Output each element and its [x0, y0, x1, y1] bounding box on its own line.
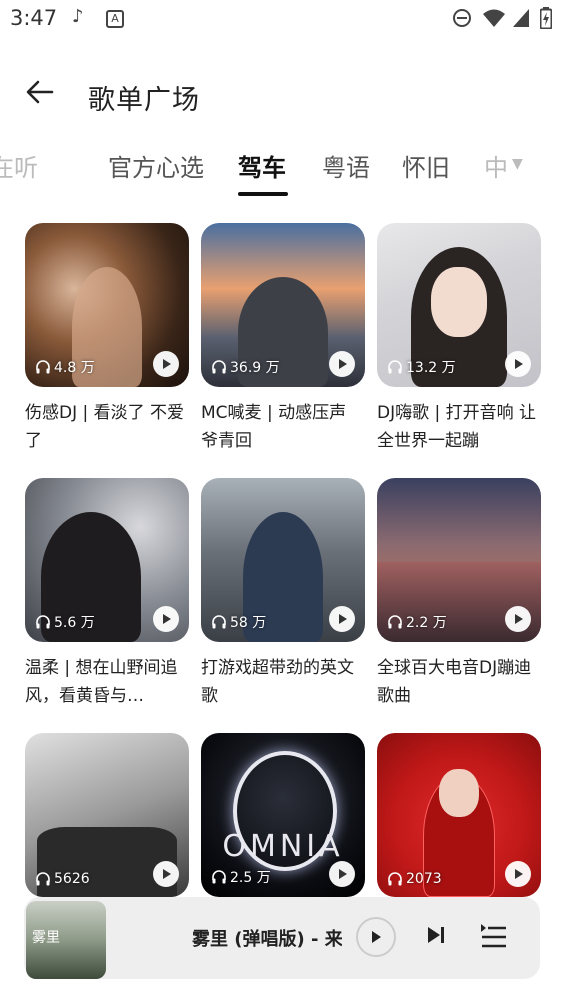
dnd-icon	[452, 8, 472, 33]
skip-next-icon	[428, 927, 444, 943]
play-icon	[372, 931, 381, 943]
playlist-card[interactable]: 2.2 万 全球百大电音DJ蹦迪歌曲	[377, 478, 541, 708]
now-playing-title[interactable]: 雾里 (弹唱版) - 来	[192, 925, 342, 951]
next-track-button[interactable]	[424, 923, 448, 947]
signal-icon	[512, 8, 530, 33]
playlist-card[interactable]: 13.2 万 DJ嗨歌 | 打开音响 让全世界一起蹦	[377, 223, 541, 453]
play-icon	[515, 359, 523, 369]
play-button[interactable]	[505, 351, 531, 377]
playlist-cover: OMNIA 2.5 万	[201, 733, 365, 897]
playlist-queue-button[interactable]	[480, 923, 508, 951]
page-header: 歌单广场	[0, 60, 565, 132]
tab-cantonese[interactable]: 粤语	[322, 148, 370, 183]
tab-driving[interactable]: 驾车	[238, 148, 286, 183]
headphones-icon	[212, 360, 226, 374]
play-button[interactable]	[329, 861, 355, 887]
arrow-left-icon	[26, 80, 54, 104]
cover-text: OMNIA	[222, 829, 344, 864]
play-count: 2.5 万	[211, 867, 271, 887]
battery-icon	[539, 7, 553, 34]
playlist-cover: 13.2 万	[377, 223, 541, 387]
play-count: 2.2 万	[387, 612, 447, 632]
playlist-cover: 58 万	[201, 478, 365, 642]
text-a-icon: A	[106, 10, 124, 28]
playlist-cover: 5.6 万	[25, 478, 189, 642]
play-button[interactable]	[153, 606, 179, 632]
playlist-cover: 2.2 万	[377, 478, 541, 642]
tab-more[interactable]: 中	[484, 148, 508, 183]
play-count: 13.2 万	[387, 357, 456, 377]
chevron-down-icon[interactable]: ▼	[512, 156, 523, 172]
tab-nostalgia[interactable]: 怀旧	[402, 148, 450, 183]
headphones-icon	[212, 870, 226, 884]
player-play-button[interactable]	[356, 917, 396, 957]
playlist-title: MC喊麦 | 动感压声 爷青回	[201, 403, 347, 451]
play-icon	[339, 614, 347, 624]
headphones-icon	[36, 615, 50, 629]
headphones-icon	[36, 360, 50, 374]
play-button[interactable]	[329, 606, 355, 632]
playlist-card[interactable]: 5.6 万 温柔 | 想在山野间追风，看黄昏与…	[25, 478, 189, 708]
play-icon	[515, 614, 523, 624]
headphones-icon	[36, 872, 50, 886]
playlist-title: 温柔 | 想在山野间追风，看黄昏与…	[25, 658, 178, 706]
mini-player[interactable]: 雾里 雾里 (弹唱版) - 来	[24, 897, 540, 979]
category-tabs: 在听 官方心选 驾车 粤语 怀旧 中 ▼	[0, 142, 565, 198]
playlist-card[interactable]: 36.9 万 MC喊麦 | 动感压声 爷青回	[201, 223, 365, 453]
headphones-icon	[388, 872, 402, 886]
playlist-card[interactable]: 58 万 打游戏超带劲的英文歌	[201, 478, 365, 708]
back-button[interactable]	[24, 76, 64, 116]
tab-listening[interactable]: 在听	[0, 148, 38, 183]
play-count: 5626	[35, 871, 90, 887]
playlist-cover: 5626	[25, 733, 189, 897]
play-button[interactable]	[153, 861, 179, 887]
playlist-card[interactable]: 4.8 万 伤感DJ | 看淡了 不爱了	[25, 223, 189, 453]
play-count: 58 万	[211, 612, 266, 632]
play-icon	[163, 359, 171, 369]
playlist-title: 伤感DJ | 看淡了 不爱了	[25, 403, 185, 451]
wifi-icon	[482, 8, 506, 33]
playlist-cover: 36.9 万	[201, 223, 365, 387]
play-icon	[163, 614, 171, 624]
active-tab-indicator	[238, 192, 288, 196]
play-icon	[339, 869, 347, 879]
headphones-icon	[388, 360, 402, 374]
play-count: 4.8 万	[35, 357, 95, 377]
playlist-cover: 2073	[377, 733, 541, 897]
play-icon	[339, 359, 347, 369]
status-bar: 3:47 ♪ A	[0, 0, 565, 40]
player-cover[interactable]: 雾里	[26, 901, 106, 979]
playlist-title: 全球百大电音DJ蹦迪歌曲	[377, 658, 532, 706]
headphones-icon	[388, 615, 402, 629]
music-note-icon: ♪	[72, 6, 84, 27]
play-count: 2073	[387, 871, 442, 887]
play-icon	[163, 869, 171, 879]
page-title: 歌单广场	[88, 85, 200, 116]
play-button[interactable]	[505, 861, 531, 887]
queue-list-icon	[481, 924, 506, 948]
playlist-title: 打游戏超带劲的英文歌	[201, 658, 354, 706]
playlist-cover: 4.8 万	[25, 223, 189, 387]
play-button[interactable]	[329, 351, 355, 377]
player-cover-text: 雾里	[32, 930, 60, 946]
playlist-title: DJ嗨歌 | 打开音响 让全世界一起蹦	[377, 403, 537, 451]
headphones-icon	[212, 615, 226, 629]
play-count: 5.6 万	[35, 612, 95, 632]
play-button[interactable]	[505, 606, 531, 632]
tab-official[interactable]: 官方心选	[108, 148, 204, 183]
status-time: 3:47	[10, 6, 58, 30]
play-count: 36.9 万	[211, 357, 280, 377]
play-icon	[515, 869, 523, 879]
play-button[interactable]	[153, 351, 179, 377]
